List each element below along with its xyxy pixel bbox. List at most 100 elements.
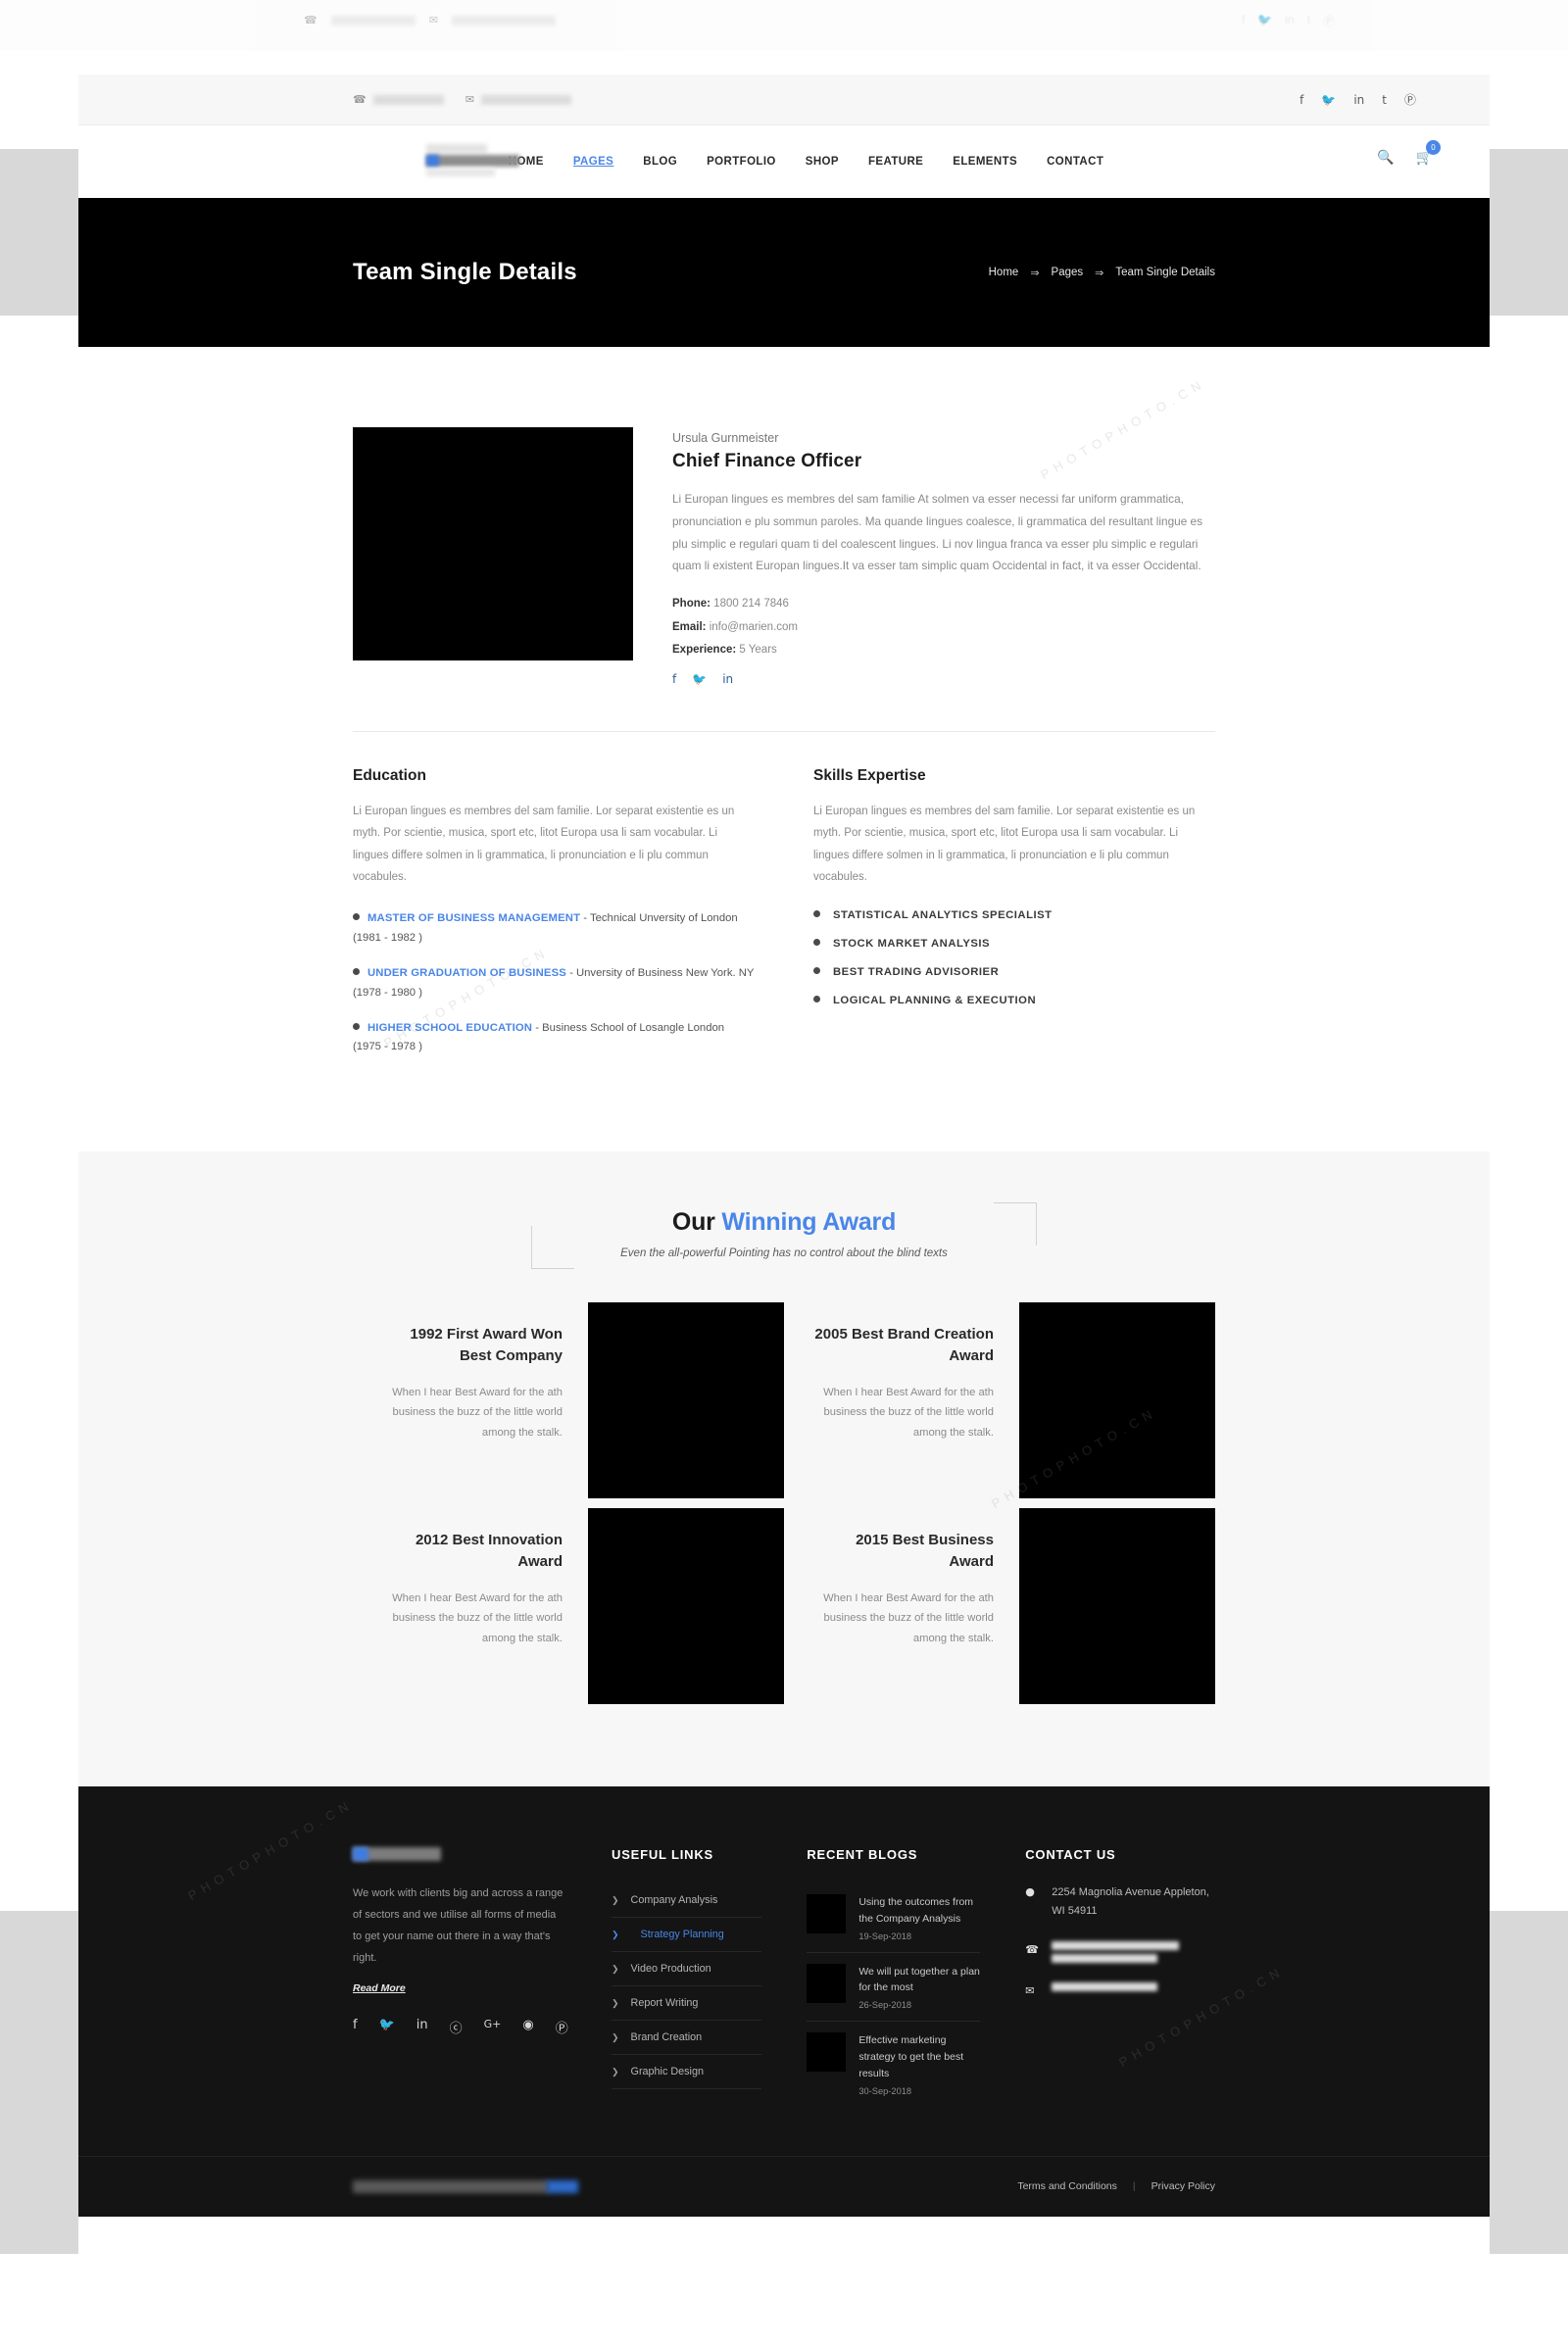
tumblr-icon[interactable]: t [1382,93,1387,107]
linkedin-icon[interactable]: in [722,672,733,686]
skype-icon[interactable]: ⓒ [450,2018,463,2036]
education-item: UNDER GRADUATION OF BUSINESS - Unversity… [353,964,755,1003]
education-item-title[interactable]: HIGHER SCHOOL EDUCATION [368,1022,532,1034]
linkedin-icon[interactable]: in [416,2018,428,2036]
google-plus-icon[interactable]: G+ [484,2018,502,2036]
nav-item-blog[interactable]: BLOG [643,156,677,168]
award-title: 2012 Best Innovation Award [415,1532,563,1570]
nav-item-contact[interactable]: CONTACT [1047,156,1103,168]
award-card[interactable]: 2015 Best Business Award When I hear Bes… [784,1508,1215,1714]
footer-logo[interactable] [353,1847,441,1862]
website-page: ☎ ✉ f 🐦 in t Ⓟ HOME PAGES BLOG PORTFOLIO… [78,74,1490,2262]
privacy-link[interactable]: Privacy Policy [1152,2180,1215,2192]
awards-row: 1992 First Award Won Best Company When I… [353,1302,1215,1508]
member-phone-value: 1800 214 7846 [710,598,789,611]
chevron-right-icon: ❯ [612,1929,619,1939]
topbar-phone[interactable]: ☎ [353,93,444,106]
copyright-masked [353,2179,578,2193]
contact-address: 2254 Magnolia Avenue Appleton, WI 54911 [1052,1886,1209,1918]
breadcrumb-home[interactable]: Home [989,267,1019,278]
cart-badge: 0 [1426,140,1441,155]
phone-icon: ☎ [353,94,367,106]
blog-thumbnail [807,1894,847,1934]
blog-title: Effective marketing strategy to get the … [858,2034,964,2079]
blog-list-item[interactable]: Effective marketing strategy to get the … [807,2022,980,2106]
nav-item-feature[interactable]: FEATURE [868,156,923,168]
contact-address-row: ● 2254 Magnolia Avenue Appleton, WI 5491… [1025,1883,1215,1922]
nav-item-portfolio[interactable]: PORTFOLIO [707,156,776,168]
footer-link-company-analysis[interactable]: ❯ Company Analysis [612,1883,762,1919]
chevron-right-icon: ❯ [612,1997,619,2008]
education-item-title[interactable]: MASTER OF BUSINESS MANAGEMENT [368,912,580,924]
ghost-phone-masked [330,15,416,25]
facebook-icon[interactable]: f [672,672,676,686]
search-icon[interactable]: 🔍 [1377,149,1394,166]
contact-email-row: ✉ [1025,1981,1215,1997]
pinterest-icon[interactable]: Ⓟ [1404,91,1416,108]
twitter-icon[interactable]: 🐦 [379,2018,395,2036]
award-desc: When I hear Best Award for the ath busin… [392,1591,563,1644]
education-intro: Li Europan lingues es membres del sam fa… [353,805,735,884]
skill-item: LOGICAL PLANNING & EXECUTION [813,995,1215,1006]
footer-link-label: Graphic Design [630,2066,704,2078]
contact-email-masked [1052,1981,1158,1991]
site-logo[interactable] [426,144,519,177]
mail-icon: ✉ [1025,1983,1035,1997]
award-title: 2005 Best Brand Creation Award [814,1326,994,1364]
blog-list-item[interactable]: We will put together a plan for the most… [807,1953,981,2023]
skill-label: LOGICAL PLANNING & EXECUTION [833,995,1037,1007]
award-card[interactable]: 2005 Best Brand Creation Award When I he… [784,1302,1215,1508]
facebook-icon[interactable]: f [353,2018,358,2036]
footer-link-brand-creation[interactable]: ❯ Brand Creation [612,2021,762,2056]
education-item-title[interactable]: UNDER GRADUATION OF BUSINESS [368,967,566,979]
location-pin-icon: ● [1025,1885,1035,1899]
nav-item-shop[interactable]: SHOP [806,156,839,168]
topbar-contact-group: ☎ ✉ [353,93,571,106]
member-role: Chief Finance Officer [672,451,862,471]
footer-useful-links-heading: USEFUL LINKS [612,1847,713,1863]
dribbble-icon[interactable]: ◉ [522,2018,533,2036]
award-title: 1992 First Award Won Best Company [410,1326,563,1364]
linkedin-icon[interactable]: in [1353,93,1364,107]
terms-link[interactable]: Terms and Conditions [1017,2180,1117,2192]
legal-links: Terms and Conditions | Privacy Policy [1017,2180,1215,2192]
footer-link-video-production[interactable]: ❯ Video Production [612,1952,762,1987]
award-desc: When I hear Best Award for the ath busin… [823,1591,994,1644]
footer-link-graphic-design[interactable]: ❯ Graphic Design [612,2055,762,2090]
member-socials: f 🐦 in [672,672,1215,686]
skill-label: BEST TRADING ADVISORIER [833,966,1000,979]
cart-icon[interactable]: 🛒 0 [1416,140,1441,166]
pinterest-icon[interactable]: Ⓟ [556,2018,568,2036]
award-card[interactable]: 1992 First Award Won Best Company When I… [353,1302,784,1508]
footer-link-report-writing[interactable]: ❯ Report Writing [612,1986,762,2022]
breadcrumb: Home ⇒ Pages ⇒ Team Single Details [989,267,1215,279]
twitter-icon[interactable]: 🐦 [692,672,707,686]
footer-recent-blogs-column: RECENT BLOGS Using the outcomes from the… [807,1847,981,2107]
award-text: 2012 Best Innovation Award When I hear B… [353,1508,588,1714]
breadcrumb-pages[interactable]: Pages [1052,267,1084,278]
blog-list-item[interactable]: Using the outcomes from the Company Anal… [807,1883,981,1953]
bullet-icon [813,967,820,975]
skill-label: STOCK MARKET ANALYSIS [833,938,991,951]
award-image [1019,1302,1215,1499]
member-name: Ursula Gurnmeister [672,431,779,445]
awards-grid: 1992 First Award Won Best Company When I… [353,1302,1215,1714]
nav-item-elements[interactable]: ELEMENTS [953,156,1017,168]
read-more-link[interactable]: Read More [353,1982,406,1994]
bullet-icon [353,1022,360,1030]
footer-link-label: Strategy Planning [640,1929,724,1941]
award-image [588,1508,784,1705]
nav-item-pages[interactable]: PAGES [573,156,613,168]
award-text: 1992 First Award Won Best Company When I… [353,1302,588,1508]
footer-useful-links-column: USEFUL LINKS ❯ Company Analysis ❯ Strate… [612,1847,762,2107]
award-card[interactable]: 2012 Best Innovation Award When I hear B… [353,1508,784,1714]
footer-link-strategy-planning[interactable]: ❯ Strategy Planning [612,1918,762,1953]
facebook-icon[interactable]: f [1299,93,1303,107]
breadcrumb-current: Team Single Details [1115,267,1215,278]
award-desc: When I hear Best Award for the ath busin… [823,1386,994,1439]
topbar-email[interactable]: ✉ [466,93,571,106]
footer-contact-heading: CONTACT US [1025,1847,1116,1863]
awards-row: 2012 Best Innovation Award When I hear B… [353,1508,1215,1714]
linkedin-icon: in [1285,13,1295,26]
twitter-icon[interactable]: 🐦 [1321,93,1336,107]
